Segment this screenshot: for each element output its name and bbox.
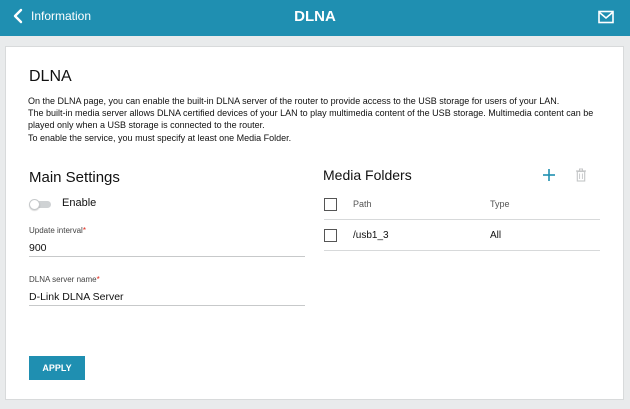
row-checkbox[interactable] bbox=[324, 229, 337, 242]
table-divider bbox=[324, 250, 600, 251]
toggle-knob bbox=[29, 199, 40, 210]
table-divider bbox=[324, 219, 600, 220]
enable-toggle[interactable] bbox=[29, 199, 51, 210]
trash-icon[interactable] bbox=[575, 168, 587, 182]
description-line-3: To enable the service, you must specify … bbox=[28, 132, 292, 143]
server-name-label-text: DLNA server name bbox=[29, 275, 97, 284]
media-folders-title: Media Folders bbox=[323, 167, 412, 183]
select-all-checkbox[interactable] bbox=[324, 198, 337, 211]
main-settings-title: Main Settings bbox=[29, 169, 120, 186]
column-header-path: Path bbox=[353, 199, 372, 209]
enable-label: Enable bbox=[62, 197, 97, 209]
table-row-path[interactable]: /usb1_3 bbox=[353, 230, 389, 241]
top-bar: Information DLNA bbox=[0, 0, 630, 36]
mail-icon[interactable] bbox=[598, 10, 614, 24]
server-name-label: DLNA server name* bbox=[29, 275, 100, 284]
page-title: DLNA bbox=[29, 68, 72, 85]
page-description: On the DLNA page, you can enable the bui… bbox=[28, 95, 598, 144]
update-interval-input[interactable] bbox=[29, 239, 305, 257]
update-interval-label-text: Update interval bbox=[29, 226, 83, 235]
description-line-2: The built-in media server allows DLNA ce… bbox=[28, 108, 594, 131]
server-name-input[interactable] bbox=[29, 288, 305, 306]
update-interval-label: Update interval* bbox=[29, 226, 86, 235]
table-row-type: All bbox=[490, 230, 502, 241]
column-header-type: Type bbox=[490, 199, 510, 209]
add-folder-icon[interactable] bbox=[542, 168, 556, 182]
content-card: DLNA On the DLNA page, you can enable th… bbox=[5, 46, 624, 400]
page-header-title: DLNA bbox=[294, 8, 336, 25]
apply-button[interactable]: APPLY bbox=[29, 356, 85, 380]
required-mark: * bbox=[82, 226, 86, 235]
required-mark: * bbox=[96, 275, 100, 284]
description-line-1: On the DLNA page, you can enable the bui… bbox=[28, 96, 560, 106]
